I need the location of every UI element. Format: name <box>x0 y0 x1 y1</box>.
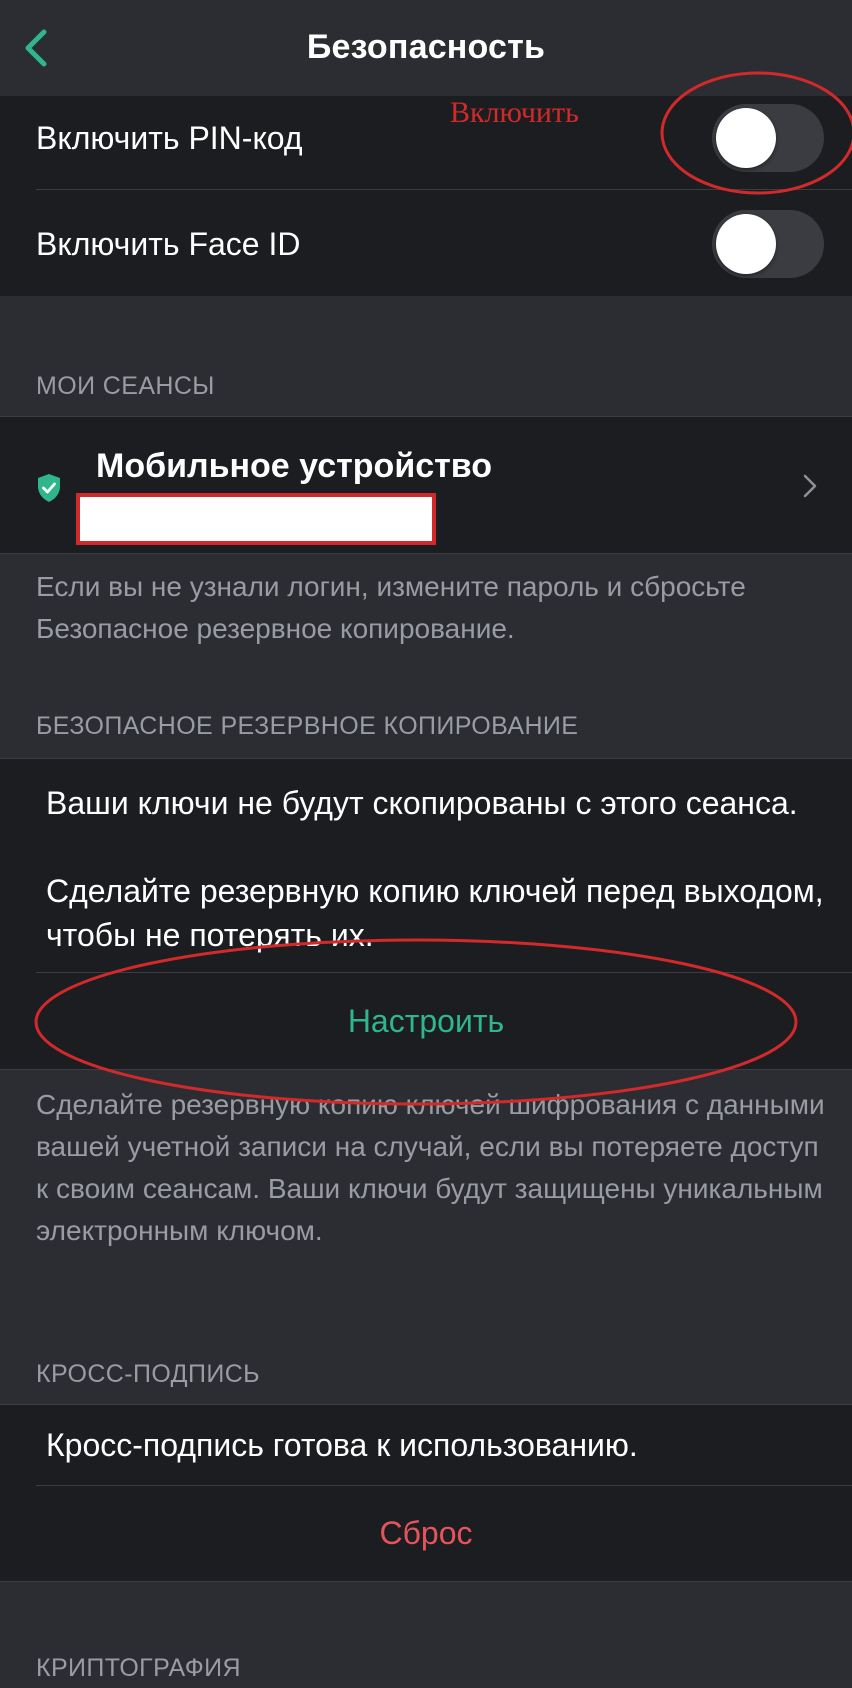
sessions-footer: Если вы не узнали логин, измените пароль… <box>36 571 746 644</box>
pin-toggle-knob <box>716 108 776 168</box>
chevron-right-icon <box>803 474 817 498</box>
faceid-toggle[interactable] <box>712 210 824 278</box>
faceid-label: Включить Face ID <box>36 226 301 262</box>
backup-header: БЕЗОПАСНОЕ РЕЗЕРВНОЕ КОПИРОВАНИЕ <box>36 712 579 740</box>
cross-signing-group: Кросс-подпись готова к использованию. Сб… <box>0 1404 852 1582</box>
cross-signing-header: КРОСС-ПОДПИСЬ <box>36 1360 260 1388</box>
backup-group: Ваши ключи не будут скопированы с этого … <box>0 758 852 1070</box>
device-name: Мобильное устройство <box>96 447 492 485</box>
navigation-bar: Безопасность <box>0 0 852 96</box>
crypto-header: КРИПТОГРАФИЯ <box>36 1654 241 1682</box>
pin-label: Включить PIN-код <box>36 120 303 156</box>
page-title: Безопасность <box>306 28 546 66</box>
shield-check-icon <box>38 474 60 502</box>
session-row[interactable]: Мобильное устройство <box>0 416 852 554</box>
cross-signing-status: Кросс-подпись готова к использованию. <box>46 1427 638 1463</box>
backup-message-1: Ваши ключи не будут скопированы с этого … <box>46 785 798 821</box>
security-toggles-group: Включить PIN-код Включить Face ID <box>0 96 852 296</box>
backup-footer: Сделайте резервную копию ключей шифрован… <box>36 1089 825 1246</box>
faceid-toggle-knob <box>716 214 776 274</box>
reset-button[interactable]: Сброс <box>0 1486 852 1581</box>
divider <box>36 189 852 190</box>
annotation-label: Включить <box>450 96 579 129</box>
sessions-header: МОИ СЕАНСЫ <box>36 372 215 400</box>
redaction-box <box>76 493 436 545</box>
pin-toggle[interactable] <box>712 104 824 172</box>
backup-message-2: Сделайте резервную копию ключей перед вы… <box>46 873 824 953</box>
setup-backup-button[interactable]: Настроить <box>0 973 852 1069</box>
